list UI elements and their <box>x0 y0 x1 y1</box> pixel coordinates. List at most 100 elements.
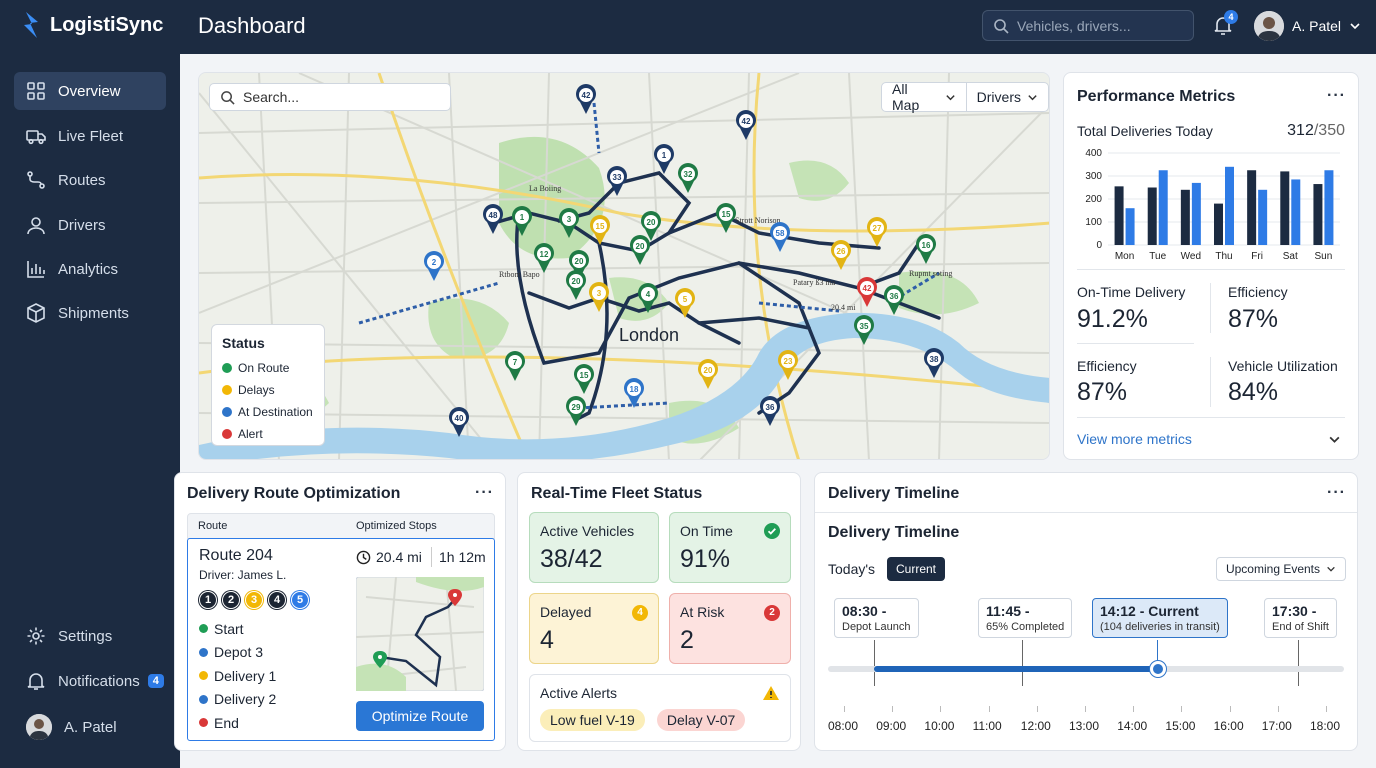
timeline-event-progress[interactable]: 11:45 - 65% Completed <box>978 598 1073 638</box>
sidebar-item-live-fleet[interactable]: Live Fleet <box>14 117 166 155</box>
timeline-event-current[interactable]: 14:12 - Current (104 deliveries in transi… <box>1092 598 1228 638</box>
sidebar-item-label: Analytics <box>58 260 119 278</box>
sidebar-item-label: Drivers <box>58 216 106 234</box>
timeline-progress-fill <box>874 666 1158 672</box>
route-stop[interactable]: End <box>199 711 276 735</box>
sidebar-item-shipments[interactable]: Shipments <box>14 294 166 332</box>
stop-label: Depot 3 <box>214 644 264 661</box>
route-mini-map[interactable] <box>356 577 484 691</box>
fleet-status-card: Real-Time Fleet Status Active Vehicles 3… <box>517 472 801 751</box>
page-title: Dashboard <box>198 13 306 38</box>
y-tick-label: 200 <box>1085 194 1102 205</box>
more-options-icon[interactable]: ··· <box>1327 484 1346 502</box>
metric-value: 91.2% <box>1077 305 1148 333</box>
route-row[interactable]: Route 204 Driver: James L. 20.4 mi 1h 12… <box>187 538 495 741</box>
route-step-badge: 1 <box>199 591 217 609</box>
stop-label: Delivery 2 <box>214 691 277 708</box>
legend-label: Delays <box>238 383 275 397</box>
user-menu[interactable]: A. Patel <box>1254 11 1361 41</box>
bar <box>1214 203 1223 245</box>
sidebar-item-routes[interactable]: Routes <box>14 161 166 199</box>
map-canvas[interactable]: La Boiing Strott Norison Patary ß3 ma Rupmt… <box>199 73 1050 460</box>
y-tick-label: 0 <box>1096 240 1102 251</box>
event-desc: Depot Launch <box>842 621 911 633</box>
svg-text:58: 58 <box>776 229 785 238</box>
chevron-down-icon[interactable] <box>1328 433 1341 446</box>
stop-label: End <box>214 714 239 731</box>
avatar <box>1254 11 1284 41</box>
map-filter-dropdown[interactable]: All Map <box>882 81 966 113</box>
svg-text:32: 32 <box>684 170 693 179</box>
y-tick-label: 300 <box>1085 171 1102 182</box>
svg-text:16: 16 <box>922 241 931 250</box>
metric-label: Vehicle Utilization <box>1228 358 1338 374</box>
stop-dot <box>199 624 208 634</box>
upcoming-events-dropdown[interactable]: Upcoming Events <box>1216 557 1346 581</box>
avatar <box>26 714 52 740</box>
truck-icon <box>26 130 46 145</box>
event-time: 14:12 - Current <box>1100 603 1199 619</box>
alert-pill[interactable]: Delay V-07 <box>656 709 746 731</box>
route-icon <box>27 171 45 189</box>
route-name: Route 204 <box>199 547 273 564</box>
svg-text:42: 42 <box>582 91 591 100</box>
active-vehicles-tile[interactable]: Active Vehicles 38/42 <box>529 512 659 583</box>
svg-text:1: 1 <box>520 213 525 222</box>
optimize-route-button[interactable]: Optimize Route <box>356 701 484 731</box>
drivers-filter-dropdown[interactable]: Drivers <box>965 83 1048 111</box>
performance-metrics-card: Performance Metrics ··· Total Deliveries… <box>1063 72 1359 460</box>
card-title: Delivery Route Optimization <box>187 485 401 502</box>
route-stop[interactable]: Start <box>199 617 276 641</box>
x-tick-label: Sat <box>1283 251 1298 262</box>
map-legend: Status On Route Delays At Destination Al… <box>211 324 325 446</box>
sidebar-user[interactable]: A. Patel <box>14 708 166 746</box>
app-logo[interactable]: LogistiSync <box>20 10 163 40</box>
at-risk-tile[interactable]: At Risk 2 2 <box>669 593 791 664</box>
svg-text:27: 27 <box>873 224 882 233</box>
more-options-icon[interactable]: ··· <box>475 484 494 502</box>
card-title: Delivery Timeline <box>828 485 960 502</box>
x-tick-label: Sun <box>1315 251 1333 262</box>
sidebar-item-analytics[interactable]: Analytics <box>14 250 166 288</box>
timeline-current-marker[interactable] <box>1150 661 1166 677</box>
place-label: La Boiing <box>529 184 561 193</box>
active-alerts-panel: Active Alerts Low fuel V-19 Delay V-07 <box>529 674 791 742</box>
at-risk-count-badge: 2 <box>764 605 780 621</box>
live-map[interactable]: La Boiing Strott Norison Patary ß3 ma Rupmt… <box>198 72 1050 460</box>
search-icon <box>221 90 235 105</box>
current-button[interactable]: Current <box>887 557 946 581</box>
global-search-input[interactable] <box>1017 17 1187 34</box>
view-more-metrics-link[interactable]: View more metrics <box>1077 431 1192 447</box>
global-search[interactable] <box>982 10 1194 41</box>
svg-text:2: 2 <box>432 258 437 267</box>
legend-item-delays: Delays <box>222 379 314 401</box>
delayed-tile[interactable]: Delayed 4 4 <box>529 593 659 664</box>
route-stop[interactable]: Delivery 2 <box>199 688 276 712</box>
sidebar-item-overview[interactable]: Overview <box>14 72 166 110</box>
svg-text:3: 3 <box>567 215 572 224</box>
place-label: Patary ß3 ma <box>793 278 836 287</box>
route-stop[interactable]: Delivery 1 <box>199 664 276 688</box>
map-search[interactable]: Search... <box>209 83 451 111</box>
more-options-icon[interactable]: ··· <box>1327 87 1346 105</box>
route-stop[interactable]: Depot 3 <box>199 641 276 665</box>
route-step-badge: 5 <box>291 591 309 609</box>
on-time-tile[interactable]: On Time 91% <box>669 512 791 583</box>
sidebar-item-drivers[interactable]: Drivers <box>14 206 166 244</box>
alert-pill[interactable]: Low fuel V-19 <box>540 709 645 731</box>
sidebar-item-label: Shipments <box>58 304 129 322</box>
route-step-badges: 12345 <box>199 591 309 609</box>
metric-label: Efficiency <box>1077 358 1137 374</box>
sidebar-item-notifications[interactable]: Notifications 4 <box>14 662 166 700</box>
grid-icon <box>27 82 45 100</box>
sidebar-item-settings[interactable]: Settings <box>14 617 166 655</box>
event-time: 11:45 - <box>986 603 1030 619</box>
timeline-event-end-of-shift[interactable]: 17:30 - End of Shift <box>1264 598 1337 638</box>
bar <box>1225 166 1234 245</box>
timeline-axis-label: 16:00 <box>1213 719 1244 733</box>
logo-icon <box>24 12 38 38</box>
svg-text:26: 26 <box>837 247 846 256</box>
svg-text:15: 15 <box>596 222 605 231</box>
timeline-event-depot-launch[interactable]: 08:30 - Depot Launch <box>834 598 919 638</box>
route-step-badge: 3 <box>245 591 263 609</box>
